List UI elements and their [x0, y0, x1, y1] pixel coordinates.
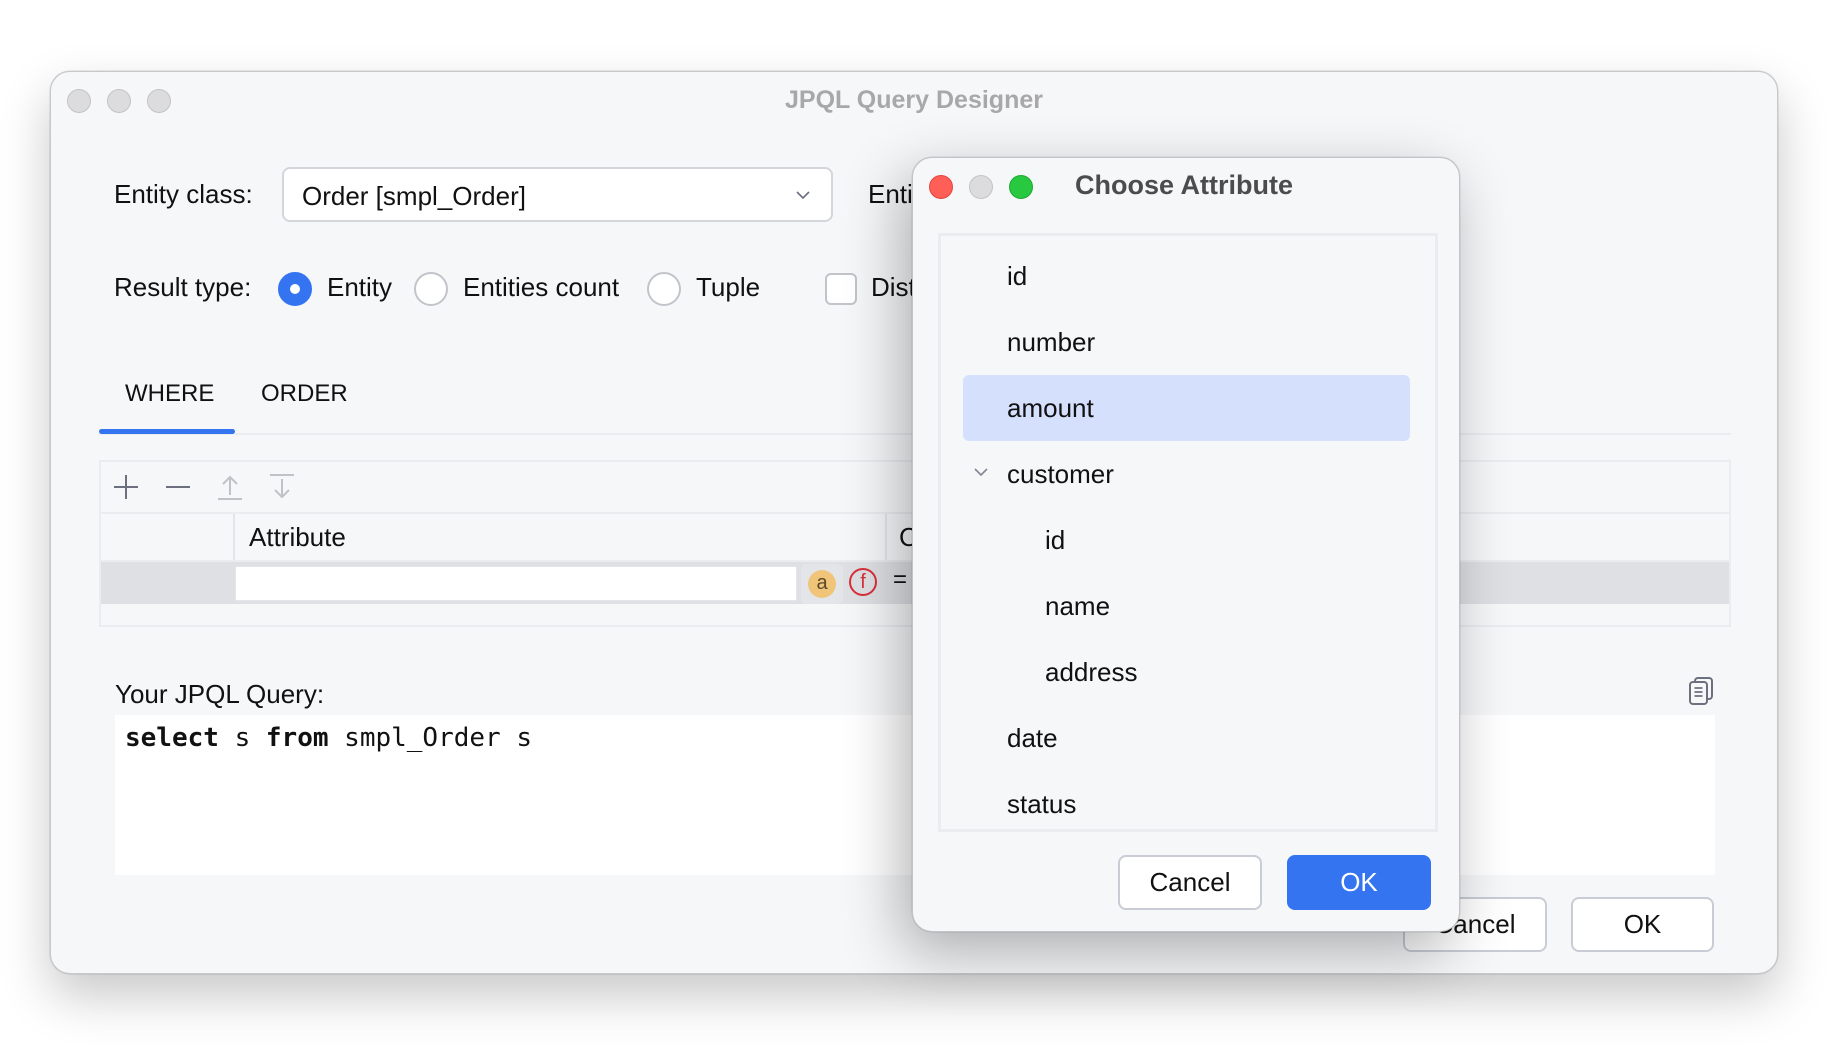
- tree-item-label: address: [1045, 657, 1138, 687]
- entity-class-label: Entity class:: [114, 179, 253, 209]
- distinct-checkbox[interactable]: [825, 273, 857, 305]
- column-separator: [233, 514, 235, 560]
- result-type-tuple-label[interactable]: Tuple: [696, 272, 760, 303]
- entity-class-value: Order [smpl_Order]: [302, 181, 526, 211]
- dialog-title: Choose Attribute: [1075, 170, 1293, 200]
- query-text: select s from smpl_Order s: [125, 723, 532, 753]
- query-token: s: [218, 723, 266, 753]
- result-type-entity-radio[interactable]: [278, 272, 312, 306]
- active-tab-indicator: [99, 429, 235, 434]
- zoom-dialog-icon[interactable]: [1009, 175, 1033, 199]
- ok-button[interactable]: OK: [1571, 897, 1714, 952]
- tree-item-label: amount: [1007, 393, 1094, 423]
- entity-alias-label: Enti: [868, 179, 913, 209]
- column-header-attribute[interactable]: Attribute: [249, 522, 346, 553]
- query-label: Your JPQL Query:: [115, 679, 325, 709]
- copy-icon[interactable]: [1687, 676, 1715, 706]
- operator-value[interactable]: =: [893, 566, 907, 594]
- minus-icon[interactable]: [163, 472, 193, 502]
- entity-class-select[interactable]: Order [smpl_Order]: [282, 167, 833, 222]
- minimize-dialog-icon[interactable]: [969, 175, 993, 199]
- window-title: JPQL Query Designer: [785, 86, 1043, 114]
- attribute-icon: a: [808, 570, 836, 598]
- query-token: smpl_Order s: [328, 723, 533, 753]
- tree-item-customer-name[interactable]: name: [941, 573, 1435, 639]
- attribute-input[interactable]: [235, 566, 797, 601]
- tree-item-label: date: [1007, 723, 1058, 753]
- close-dialog-icon[interactable]: [929, 175, 953, 199]
- tree-item-label: id: [1045, 525, 1066, 555]
- distinct-label[interactable]: Dist: [871, 272, 916, 303]
- tree-item-customer-address[interactable]: address: [941, 639, 1435, 705]
- dialog-cancel-button[interactable]: Cancel: [1118, 855, 1262, 910]
- tree-item-number[interactable]: number: [941, 309, 1435, 375]
- tree-item-label: customer: [1007, 459, 1114, 489]
- tree-item-date[interactable]: date: [941, 705, 1435, 771]
- result-type-entity-label[interactable]: Entity: [327, 272, 392, 303]
- result-type-entities-count-radio[interactable]: [414, 272, 448, 306]
- column-separator: [885, 514, 887, 560]
- dialog-ok-button[interactable]: OK: [1287, 855, 1431, 910]
- query-keyword: from: [265, 723, 329, 753]
- choose-attribute-dialog: Choose Attribute id number amount custom…: [912, 157, 1460, 932]
- attribute-tree[interactable]: id number amount customer id name addres…: [938, 233, 1438, 832]
- plus-icon[interactable]: [111, 472, 141, 502]
- tree-item-label: status: [1007, 789, 1077, 819]
- move-down-icon[interactable]: [267, 472, 297, 502]
- choose-attribute-button[interactable]: a: [801, 564, 843, 604]
- tree-item-customer[interactable]: customer: [941, 441, 1435, 507]
- tree-item-id[interactable]: id: [941, 243, 1435, 309]
- chevron-down-icon: [796, 191, 810, 200]
- result-type-entities-count-label[interactable]: Entities count: [463, 272, 619, 303]
- tree-item-label: name: [1045, 591, 1111, 621]
- tree-item-status[interactable]: status: [941, 771, 1435, 829]
- tree-item-amount[interactable]: amount: [941, 375, 1435, 441]
- tree-item-label: number: [1007, 327, 1096, 357]
- chevron-down-icon[interactable]: [971, 462, 991, 482]
- move-up-icon[interactable]: [215, 472, 245, 502]
- tree-item-customer-id[interactable]: id: [941, 507, 1435, 573]
- function-button[interactable]: f: [849, 568, 877, 596]
- result-type-label: Result type:: [114, 272, 252, 302]
- tab-order[interactable]: ORDER: [261, 380, 348, 408]
- result-type-tuple-radio[interactable]: [647, 272, 681, 306]
- tab-where[interactable]: WHERE: [125, 380, 214, 408]
- query-keyword: select: [125, 723, 219, 753]
- tree-item-label: id: [1007, 261, 1028, 291]
- row-gutter: [101, 562, 233, 604]
